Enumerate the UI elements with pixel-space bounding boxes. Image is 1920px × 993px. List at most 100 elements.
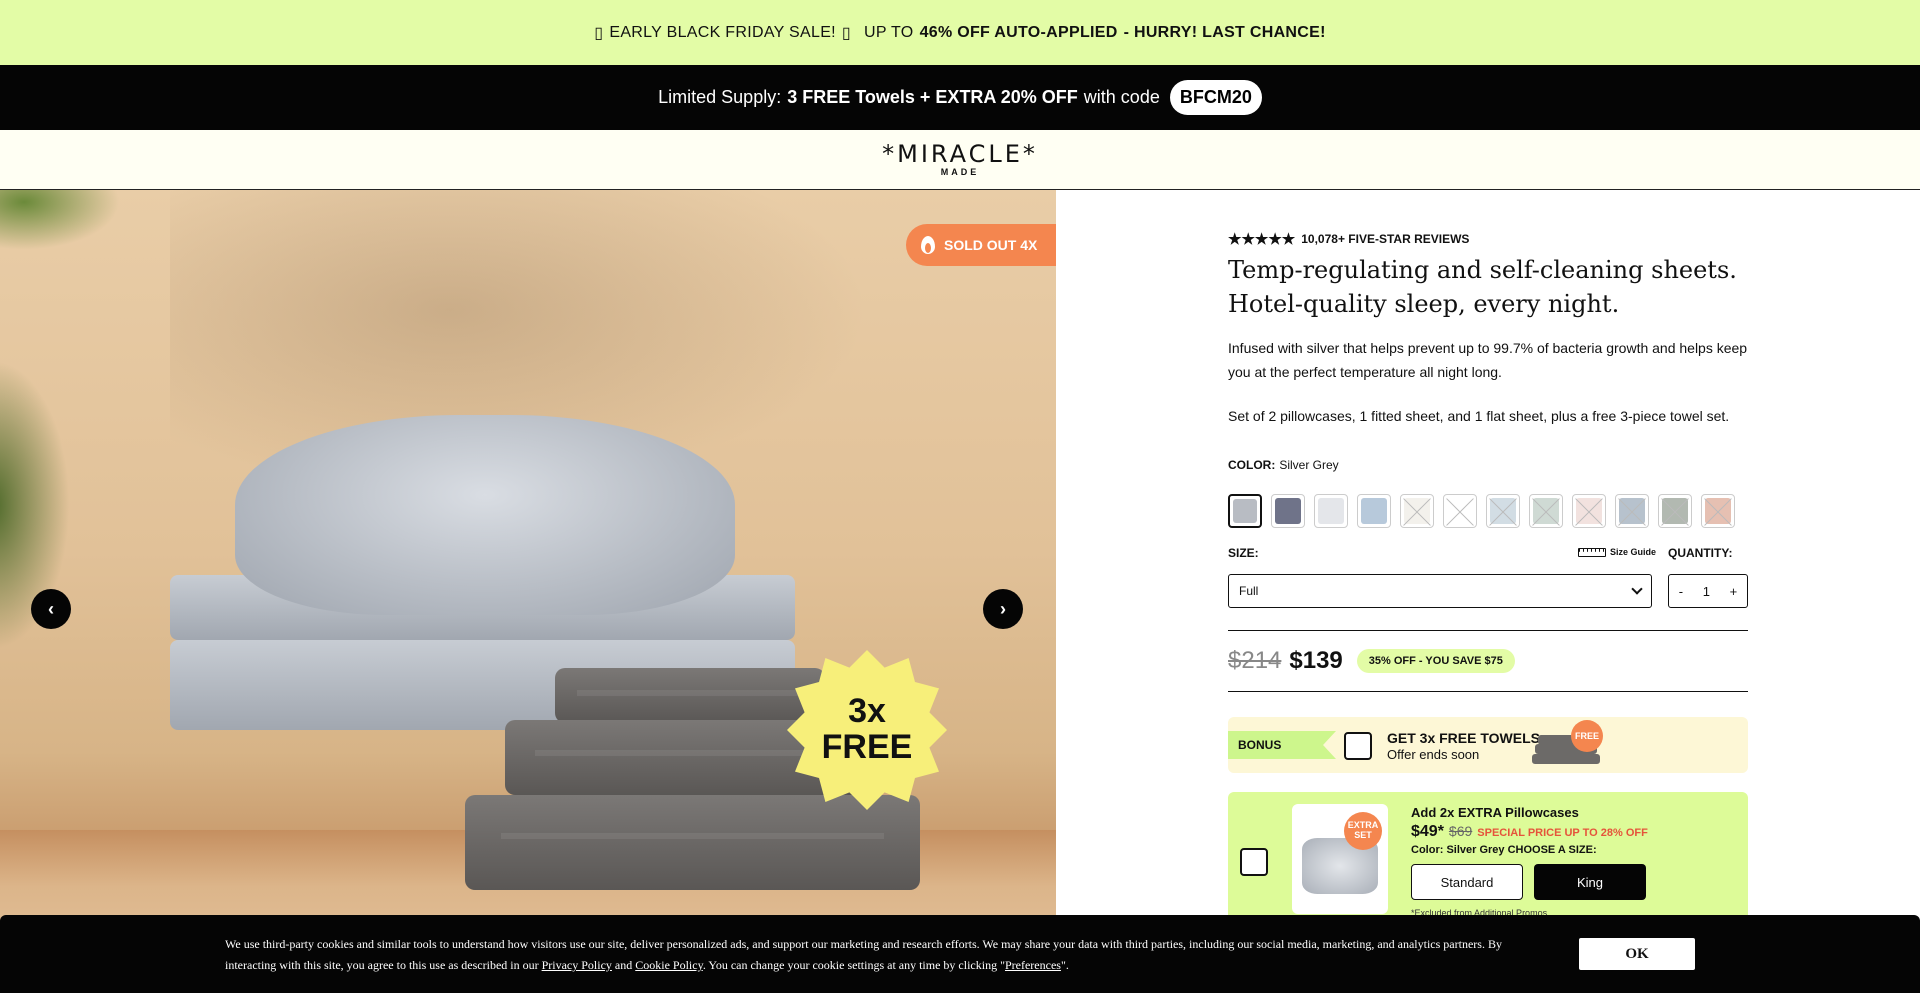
color-swatches [1228,494,1735,528]
upsell-special-text: SPECIAL PRICE UP TO 28% OFF [1477,827,1648,839]
upsell-price-row: $49* $69 SPECIAL PRICE UP TO 28% OFF [1411,823,1648,841]
swatch-fill [1361,498,1387,524]
promo-bar: ▯ EARLY BLACK FRIDAY SALE! ▯ UP TO 46% O… [0,0,1920,65]
set-contents: Set of 2 pillowcases, 1 fitted sheet, an… [1228,408,1730,424]
sale-price: $139 [1289,647,1343,674]
color-swatch[interactable] [1701,494,1735,528]
chevron-left-icon: ‹ [48,598,54,619]
promo-icon-left: ▯ [594,24,604,42]
promo-sale-text: EARLY BLACK FRIDAY SALE! [609,23,836,41]
quantity-decrease-button[interactable]: - [1679,584,1683,599]
quantity-stepper: - 1 + [1668,574,1748,608]
upsell-checkbox[interactable] [1240,848,1268,876]
product-gallery: 3x FREE ‹ › [0,190,1056,993]
size-select-value: Full [1239,584,1259,598]
site-logo[interactable]: *MIRACLE* MADE [882,142,1038,177]
cookie-text: We use third-party cookies and similar t… [225,934,1525,976]
upsell-size-standard-button[interactable]: Standard [1411,864,1523,900]
savings-badge: 35% OFF - YOU SAVE $75 [1356,649,1515,673]
product-info-panel: ★★★★★ 10,078+ FIVE-STAR REVIEWS Temp-reg… [1228,190,1748,993]
swatch-fill [1662,498,1688,524]
burst-line-1: 3x [848,692,886,731]
color-label-text: COLOR: [1228,458,1276,472]
original-price: $214 [1228,647,1282,674]
size-guide-text: Size Guide [1610,547,1657,557]
promo-icon-right: ▯ [841,24,852,42]
quantity-label: QUANTITY: [1668,546,1733,560]
ruler-icon [1578,547,1606,557]
bonus-checkbox[interactable] [1344,732,1372,760]
extra-set-badge: EXTRA SET [1344,812,1382,850]
chevron-right-icon: › [1000,598,1006,619]
color-swatch[interactable] [1529,494,1563,528]
size-guide-link[interactable]: Size Guide [1578,547,1656,557]
promo-upto-text: UP TO [864,23,914,41]
price-row: $214 $139 35% OFF - YOU SAVE $75 [1228,630,1748,692]
burst-line-2: FREE [821,728,913,766]
swatch-fill [1404,498,1430,524]
cookie-banner: We use third-party cookies and similar t… [0,915,1920,993]
reviews-count: 10,078+ FIVE-STAR REVIEWS [1301,232,1470,246]
star-rating-icon: ★★★★★ [1228,231,1296,248]
color-label: COLOR: Silver Grey [1228,458,1339,472]
flame-icon [920,234,936,256]
free-tag: FREE [1571,720,1603,752]
quantity-value[interactable]: 1 [1703,584,1710,599]
color-swatch[interactable] [1443,494,1477,528]
reviews-summary[interactable]: ★★★★★ 10,078+ FIVE-STAR REVIEWS [1228,230,1469,248]
sold-out-badge: SOLD OUT 4X [906,224,1056,266]
code-bar-with-code: with code [1083,87,1160,107]
upsell-size-king-button[interactable]: King [1534,864,1646,900]
logo-subtitle: MADE [940,167,980,177]
cookie-text-3: ". [1060,958,1069,972]
upsell-color-line: Color: Silver Grey CHOOSE A SIZE: [1411,844,1597,856]
size-label: SIZE: [1228,546,1259,560]
color-swatch[interactable] [1400,494,1434,528]
size-select[interactable]: Full [1228,574,1652,608]
towel-image [465,795,920,890]
swatch-fill [1490,498,1516,524]
preferences-link[interactable]: Preferences [1005,958,1061,972]
logo-wordmark: *MIRACLE* [882,140,1038,168]
headline-line-2: Hotel-quality sleep, every night. [1228,289,1620,318]
color-swatch[interactable] [1615,494,1649,528]
color-swatch[interactable] [1228,494,1262,528]
promo-code-pill[interactable]: BFCM20 [1169,80,1262,115]
color-swatch[interactable] [1572,494,1606,528]
cookie-policy-link[interactable]: Cookie Policy [635,958,703,972]
product-description: Infused with silver that helps prevent u… [1228,340,1748,380]
chevron-down-icon [1631,583,1643,595]
privacy-policy-link[interactable]: Privacy Policy [542,958,612,972]
plant-decoration-top [0,190,120,250]
swatch-fill [1533,498,1559,524]
color-swatch[interactable] [1314,494,1348,528]
site-header: *MIRACLE* MADE [0,130,1920,190]
upsell-title: Add 2x EXTRA Pillowcases [1411,805,1579,820]
color-swatch[interactable] [1357,494,1391,528]
selected-color-value: Silver Grey [1279,458,1339,472]
cookie-ok-button[interactable]: OK [1579,938,1695,970]
swatch-fill [1318,498,1344,524]
promo-hurry-text: - HURRY! LAST CHANCE! [1123,23,1326,41]
extra-badge-line-1: EXTRA [1347,820,1379,831]
code-bar-offer: 3 FREE Towels + EXTRA 20% OFF [787,87,1078,107]
color-swatch[interactable] [1271,494,1305,528]
swatch-fill [1233,499,1257,523]
code-bar-prefix: Limited Supply: [658,87,782,107]
color-swatch[interactable] [1486,494,1520,528]
cookie-and: and [614,958,633,972]
bonus-offer: BONUS GET 3x FREE TOWELS Offer ends soon… [1228,717,1748,773]
gallery-prev-button[interactable]: ‹ [31,589,71,629]
upsell-original-price: $69 [1448,823,1473,839]
color-swatch[interactable] [1658,494,1692,528]
gallery-next-button[interactable]: › [983,589,1023,629]
sold-out-text: SOLD OUT 4X [944,237,1038,253]
code-bar: Limited Supply: 3 FREE Towels + EXTRA 20… [0,65,1920,130]
bonus-subtitle: Offer ends soon [1387,747,1480,762]
product-headline: Temp-regulating and self-cleaning sheets… [1228,254,1748,321]
extra-badge-line-2: SET [1354,830,1372,840]
swatch-fill [1275,498,1301,524]
promo-discount-text: 46% OFF AUTO-APPLIED [919,23,1118,41]
quantity-increase-button[interactable]: + [1730,584,1738,599]
towel-image [555,668,825,723]
